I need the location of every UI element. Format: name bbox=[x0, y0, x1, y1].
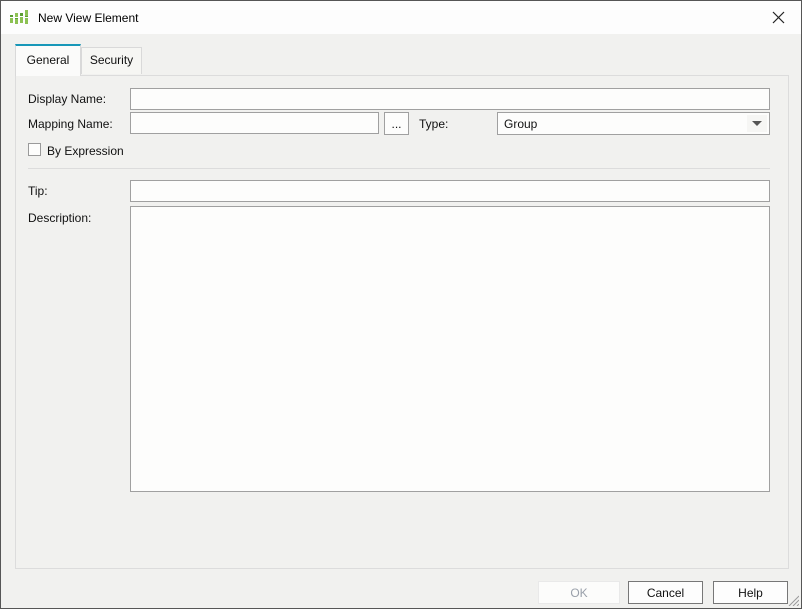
dialog-new-view-element: New View Element General Security Displa… bbox=[0, 0, 802, 609]
by-expression-label: By Expression bbox=[47, 144, 124, 158]
mapping-name-label: Mapping Name: bbox=[28, 117, 113, 131]
mapping-name-input[interactable] bbox=[130, 112, 379, 134]
type-selected-value: Group bbox=[504, 117, 537, 131]
type-select[interactable]: Group bbox=[497, 112, 770, 135]
help-button[interactable]: Help bbox=[713, 581, 788, 604]
description-label: Description: bbox=[28, 211, 91, 225]
general-tab-panel: Display Name: Mapping Name: ... Type: Gr… bbox=[15, 75, 789, 569]
tab-general-label: General bbox=[27, 53, 70, 67]
equalizer-icon bbox=[9, 8, 29, 28]
tip-input[interactable] bbox=[130, 180, 770, 202]
window-title: New View Element bbox=[38, 11, 139, 25]
cancel-button[interactable]: Cancel bbox=[628, 581, 703, 604]
close-button[interactable] bbox=[763, 5, 793, 30]
ok-button[interactable]: OK bbox=[538, 581, 620, 604]
titlebar: New View Element bbox=[1, 1, 801, 34]
type-label: Type: bbox=[419, 117, 448, 131]
chevron-down-icon bbox=[752, 121, 762, 126]
close-icon bbox=[772, 11, 785, 24]
display-name-input[interactable] bbox=[130, 88, 770, 110]
tab-security[interactable]: Security bbox=[81, 47, 142, 74]
resize-grip-icon bbox=[786, 593, 799, 606]
description-textarea[interactable] bbox=[130, 206, 770, 492]
type-dropdown-button[interactable] bbox=[747, 115, 767, 132]
tip-label: Tip: bbox=[28, 184, 48, 198]
section-separator bbox=[28, 168, 770, 169]
resize-grip[interactable] bbox=[786, 593, 799, 606]
display-name-label: Display Name: bbox=[28, 92, 106, 106]
tab-general[interactable]: General bbox=[15, 44, 81, 76]
by-expression-checkbox[interactable] bbox=[28, 143, 41, 156]
mapping-name-browse-button[interactable]: ... bbox=[384, 112, 409, 135]
tab-security-label: Security bbox=[90, 53, 133, 67]
